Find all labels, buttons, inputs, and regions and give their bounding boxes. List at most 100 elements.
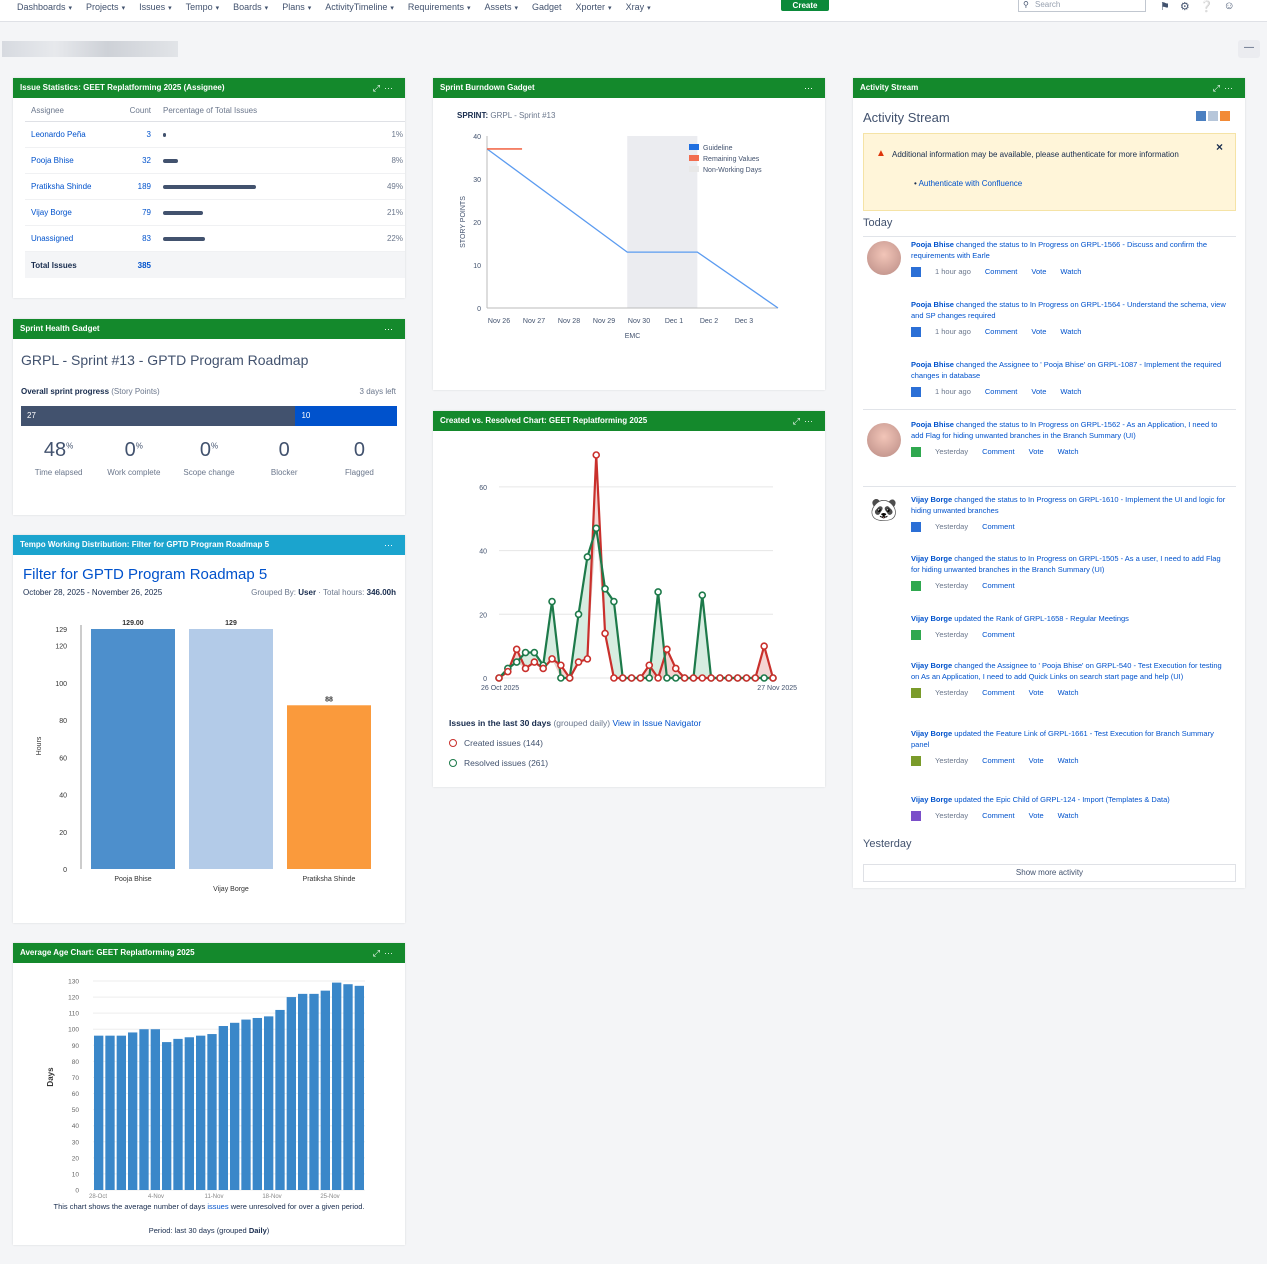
activity-user-link[interactable]: Pooja Bhise: [911, 360, 954, 369]
issue-type-icon: [911, 580, 921, 591]
activity-user-link[interactable]: Vijay Borge: [911, 661, 952, 670]
header-count[interactable]: Count: [115, 106, 163, 121]
activity-action-vote[interactable]: Vote: [1031, 326, 1046, 337]
nav-item-xray[interactable]: Xray ▾: [619, 2, 658, 12]
nav-item-dashboards[interactable]: Dashboards ▾: [10, 2, 79, 12]
nav-item-assets[interactable]: Assets ▾: [477, 2, 525, 12]
assignee-link[interactable]: Pooja Bhise: [25, 156, 115, 165]
assignee-link[interactable]: Vijay Borge: [25, 208, 115, 217]
sprint-progress-bar[interactable]: 27 10: [21, 406, 397, 426]
nav-item-requirements[interactable]: Requirements ▾: [401, 2, 478, 12]
create-button[interactable]: Create: [781, 0, 829, 11]
nav-item-issues[interactable]: Issues ▾: [132, 2, 179, 12]
activity-user-link[interactable]: Vijay Borge: [911, 729, 952, 738]
user-avatar-icon[interactable]: ☺: [1223, 0, 1234, 13]
nav-item-xporter[interactable]: Xporter ▾: [569, 2, 619, 12]
activity-action-watch[interactable]: Watch: [1058, 687, 1079, 698]
nav-item-plans[interactable]: Plans ▾: [275, 2, 318, 12]
activity-description[interactable]: changed the status to In Progress on GRP…: [911, 495, 1225, 515]
activity-action-comment[interactable]: Comment: [982, 687, 1015, 698]
issue-count-link[interactable]: 32: [115, 156, 163, 165]
activity-action-comment[interactable]: Comment: [985, 266, 1018, 277]
nav-item-gadget[interactable]: Gadget: [525, 2, 569, 12]
gadget-controls[interactable]: ⤢⋯: [793, 411, 817, 431]
user-avatar[interactable]: [867, 423, 901, 457]
activity-action-watch[interactable]: Watch: [1058, 446, 1079, 457]
issue-count-link[interactable]: 79: [115, 208, 163, 217]
list-icon[interactable]: [1208, 111, 1218, 121]
activity-description[interactable]: changed the status to In Progress on GRP…: [911, 554, 1221, 574]
gadget-controls[interactable]: ⋯: [384, 319, 397, 339]
activity-action-comment[interactable]: Comment: [985, 326, 1018, 337]
issue-count-link[interactable]: 83: [115, 234, 163, 243]
issue-navigator-link[interactable]: View in Issue Navigator: [613, 718, 702, 728]
assignee-link[interactable]: Unassigned: [25, 234, 115, 243]
activity-user-link[interactable]: Vijay Borge: [911, 495, 952, 504]
activity-user-link[interactable]: Pooja Bhise: [911, 240, 954, 249]
header-assignee[interactable]: Assignee: [25, 106, 115, 121]
filter-title[interactable]: Filter for GPTD Program Roadmap 5: [23, 566, 267, 583]
issue-count-link[interactable]: 189: [115, 182, 163, 191]
activity-description[interactable]: changed the status to In Progress on GRP…: [911, 240, 1207, 260]
activity-description[interactable]: changed the Assignee to ' Pooja Bhise' o…: [911, 360, 1221, 380]
activity-description[interactable]: changed the status to In Progress on GRP…: [911, 300, 1226, 320]
authenticate-link[interactable]: Authenticate with Confluence: [919, 179, 1023, 188]
activity-action-vote[interactable]: Vote: [1029, 687, 1044, 698]
issue-count-link[interactable]: 3: [115, 130, 163, 139]
gadget-controls[interactable]: ⋯: [384, 535, 397, 555]
gadget-controls[interactable]: ⤢⋯: [373, 78, 397, 98]
activity-description[interactable]: updated the Epic Child of GRPL-124 - Imp…: [954, 795, 1170, 804]
settings-icon[interactable]: ⚙: [1180, 0, 1190, 13]
activity-action-comment[interactable]: Comment: [982, 580, 1015, 591]
search-input[interactable]: ⚲ Search: [1018, 0, 1146, 12]
activity-description[interactable]: changed the status to In Progress on GRP…: [911, 420, 1217, 440]
nav-item-tempo[interactable]: Tempo ▾: [179, 2, 227, 12]
group-value: User: [298, 588, 317, 597]
assignee-link[interactable]: Pratiksha Shinde: [25, 182, 115, 191]
filter-icon[interactable]: [1196, 111, 1206, 121]
activity-action-watch[interactable]: Watch: [1060, 326, 1081, 337]
activity-action-comment[interactable]: Comment: [982, 755, 1015, 766]
gadget-controls[interactable]: ⤢⋯: [373, 943, 397, 963]
activity-action-vote[interactable]: Vote: [1029, 755, 1044, 766]
total-value[interactable]: 385: [115, 261, 163, 270]
rss-icon[interactable]: [1220, 111, 1230, 121]
activity-action-comment[interactable]: Comment: [982, 446, 1015, 457]
activity-action-watch[interactable]: Watch: [1060, 266, 1081, 277]
gadget-controls[interactable]: ⋯: [804, 78, 817, 98]
activity-user-link[interactable]: Pooja Bhise: [911, 420, 954, 429]
nav-item-boards[interactable]: Boards ▾: [226, 2, 275, 12]
activity-user-link[interactable]: Pooja Bhise: [911, 300, 954, 309]
close-icon[interactable]: ×: [1216, 140, 1223, 154]
activity-action-comment[interactable]: Comment: [982, 629, 1015, 640]
nav-item-activitytimeline[interactable]: ActivityTimeline ▾: [318, 2, 401, 12]
activity-action-watch[interactable]: Watch: [1058, 755, 1079, 766]
activity-action-comment[interactable]: Comment: [982, 810, 1015, 821]
activity-user-link[interactable]: Vijay Borge: [911, 795, 952, 804]
header-percentage[interactable]: Percentage of Total Issues: [163, 106, 373, 121]
activity-description[interactable]: changed the Assignee to ' Pooja Bhise' o…: [911, 661, 1222, 681]
gadget-controls[interactable]: ⤢⋯: [1213, 78, 1237, 98]
activity-action-vote[interactable]: Vote: [1029, 446, 1044, 457]
panda-avatar[interactable]: 🐼: [867, 493, 901, 527]
show-more-button[interactable]: Show more activity: [863, 864, 1236, 882]
y-tick-label: 30: [72, 1139, 80, 1146]
assignee-link[interactable]: Leonardo Peña: [25, 130, 115, 139]
notifications-icon[interactable]: ⚑: [1160, 0, 1170, 13]
activity-action-watch[interactable]: Watch: [1058, 810, 1079, 821]
activity-action-vote[interactable]: Vote: [1031, 386, 1046, 397]
activity-action-comment[interactable]: Comment: [982, 521, 1015, 532]
activity-user-link[interactable]: Vijay Borge: [911, 554, 952, 563]
activity-user-link[interactable]: Vijay Borge: [911, 614, 952, 623]
activity-action-vote[interactable]: Vote: [1031, 266, 1046, 277]
caption-link[interactable]: issues: [207, 1202, 228, 1211]
activity-action-watch[interactable]: Watch: [1060, 386, 1081, 397]
help-icon[interactable]: ❔: [1200, 0, 1214, 13]
activity-description[interactable]: updated the Feature Link of GRPL-1661 - …: [911, 729, 1214, 749]
activity-action-vote[interactable]: Vote: [1029, 810, 1044, 821]
activity-action-comment[interactable]: Comment: [985, 386, 1018, 397]
activity-description[interactable]: updated the Rank of GRPL-1658 - Regular …: [954, 614, 1129, 623]
nav-item-projects[interactable]: Projects ▾: [79, 2, 132, 12]
user-avatar[interactable]: [867, 241, 901, 275]
dashboard-tools-button[interactable]: —: [1238, 40, 1260, 58]
